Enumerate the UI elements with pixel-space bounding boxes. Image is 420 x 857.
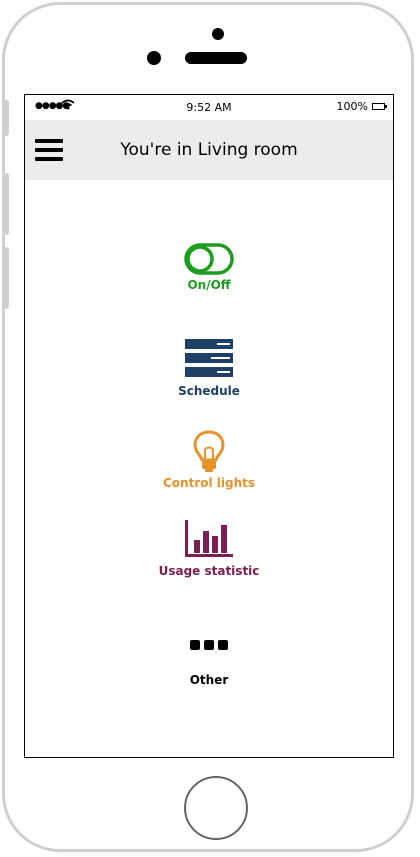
battery-icon	[372, 103, 387, 110]
battery-indicator: 100%	[336, 100, 387, 113]
menu-item-on-off[interactable]: On/Off	[25, 243, 393, 292]
proximity-sensor	[147, 51, 161, 65]
battery-percent: 100%	[336, 100, 368, 113]
toggle-icon	[184, 243, 234, 275]
status-bar: ●●●●● 9:52 AM 100%	[25, 95, 393, 120]
menu-label-on-off: On/Off	[187, 278, 231, 292]
menu-item-schedule[interactable]: Schedule	[25, 338, 393, 398]
lightbulb-icon	[193, 430, 225, 472]
schedule-list-icon	[185, 339, 233, 377]
screen: ●●●●● 9:52 AM 100% You're in Living room…	[24, 94, 394, 758]
earpiece-speaker	[185, 52, 247, 64]
menu-label-usage-statistic: Usage statistic	[158, 564, 260, 578]
menu-item-other[interactable]: Other	[25, 639, 393, 687]
home-button[interactable]	[184, 776, 248, 840]
app-header: You're in Living room	[25, 120, 393, 180]
menu-label-control-lights: Control lights	[162, 476, 256, 490]
front-camera	[212, 28, 224, 40]
menu-label-other: Other	[189, 673, 229, 687]
page-title: You're in Living room	[120, 140, 298, 160]
silent-switch	[3, 100, 9, 136]
bar-chart-icon	[185, 520, 233, 557]
menu-item-usage-statistic[interactable]: Usage statistic	[25, 518, 393, 578]
menu-item-control-lights[interactable]: Control lights	[25, 429, 393, 490]
volume-down-button	[3, 247, 9, 309]
more-dots-icon	[190, 640, 228, 650]
volume-up-button	[3, 173, 9, 235]
menu-label-schedule: Schedule	[178, 384, 240, 398]
